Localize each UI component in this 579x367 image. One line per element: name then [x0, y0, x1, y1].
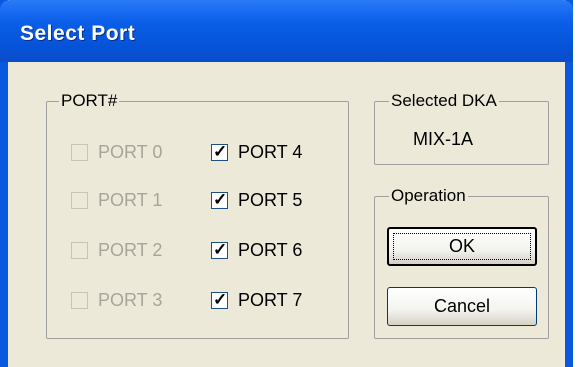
- checkbox-label: PORT 2: [98, 240, 163, 260]
- check-mark-icon: ✓: [213, 189, 228, 209]
- port-7-checkbox[interactable]: ✓ PORT 7: [211, 290, 302, 310]
- checkbox-box: ✓: [211, 289, 228, 309]
- port-3-checkbox[interactable]: PORT 3: [71, 290, 162, 310]
- port-group: PORT# PORT 0 PORT 1 PORT 2 PORT 3 ✓ PORT…: [46, 91, 349, 339]
- checkbox-box: [71, 241, 88, 259]
- operation-group: Operation OK Cancel: [374, 186, 549, 339]
- port-0-checkbox[interactable]: PORT 0: [71, 142, 162, 162]
- checkbox-box: [71, 291, 88, 309]
- checkbox-label: PORT 3: [98, 290, 163, 310]
- ok-button[interactable]: OK: [387, 227, 537, 266]
- port-6-checkbox[interactable]: ✓ PORT 6: [211, 240, 302, 260]
- checkbox-label: PORT 6: [238, 240, 303, 260]
- check-mark-icon: ✓: [213, 239, 228, 259]
- check-mark-icon: ✓: [213, 289, 228, 309]
- port-4-checkbox[interactable]: ✓ PORT 4: [211, 142, 302, 162]
- checkbox-label: PORT 1: [98, 190, 163, 210]
- operation-legend: Operation: [389, 186, 468, 206]
- cancel-button-label: Cancel: [433, 296, 491, 316]
- focus-rectangle: [393, 233, 531, 260]
- port-2-checkbox[interactable]: PORT 2: [71, 240, 162, 260]
- checkbox-label: PORT 7: [238, 290, 303, 310]
- title-bar[interactable]: Select Port: [0, 0, 573, 62]
- selected-dka-legend: Selected DKA: [389, 91, 499, 111]
- checkbox-box: ✓: [211, 239, 228, 259]
- checkbox-label: PORT 0: [98, 142, 163, 162]
- checkbox-box: ✓: [211, 141, 228, 161]
- cancel-button[interactable]: Cancel: [387, 287, 537, 326]
- port-5-checkbox[interactable]: ✓ PORT 5: [211, 190, 302, 210]
- checkbox-box: [71, 191, 88, 209]
- checkbox-label: PORT 5: [238, 190, 303, 210]
- window-title: Select Port: [20, 22, 136, 45]
- checkbox-box: [71, 143, 88, 161]
- selected-dka-group: Selected DKA MIX-1A: [374, 91, 549, 165]
- check-mark-icon: ✓: [213, 141, 228, 161]
- checkbox-label: PORT 4: [238, 142, 303, 162]
- port-1-checkbox[interactable]: PORT 1: [71, 190, 162, 210]
- port-group-legend: PORT#: [59, 91, 120, 111]
- selected-dka-value: MIX-1A: [413, 129, 474, 149]
- checkbox-box: ✓: [211, 189, 228, 209]
